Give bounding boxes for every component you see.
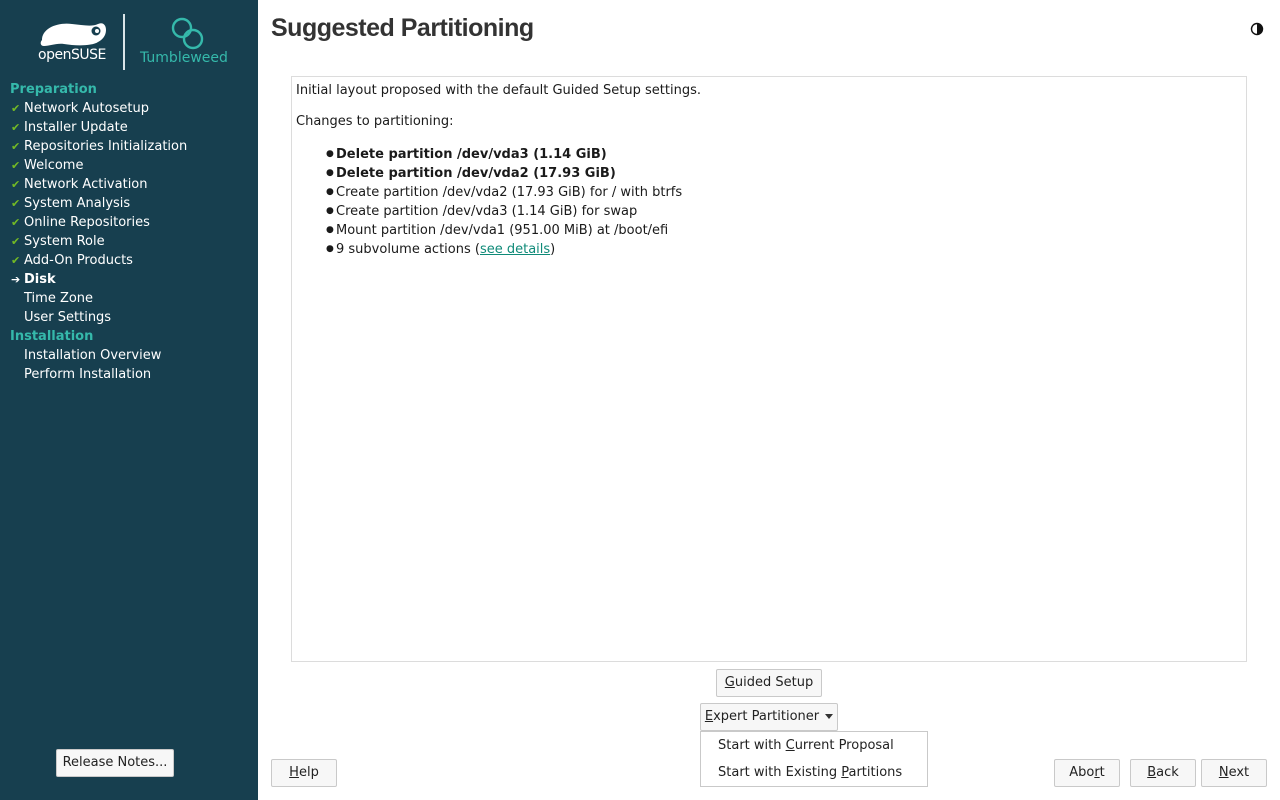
step-user-settings: User Settings (24, 310, 112, 325)
abort-button[interactable]: Abort (1054, 759, 1120, 787)
step-disk: ➔ Disk (11, 272, 56, 287)
arrow-right-icon: ➔ (11, 273, 21, 286)
step-repositories-initialization: ✔ Repositories Initialization (11, 139, 188, 154)
list-item-subvolumes: 9 subvolume actions (see details) (326, 240, 1242, 259)
help-button[interactable]: Help (271, 759, 337, 787)
expert-partitioner-menu: Start with Current Proposal Start with E… (700, 731, 928, 787)
menu-item-existing-partitions[interactable]: Start with Existing Partitions (701, 759, 927, 786)
page-title: Suggested Partitioning (271, 14, 534, 42)
check-icon: ✔ (11, 121, 21, 134)
step-network-activation: ✔ Network Activation (11, 177, 148, 192)
expert-partitioner-button[interactable]: Expert Partitioner (700, 703, 838, 731)
check-icon: ✔ (11, 197, 21, 210)
guided-setup-button[interactable]: Guided Setup (716, 669, 822, 697)
check-icon: ✔ (11, 254, 21, 267)
brand-text: openSUSE (38, 47, 106, 63)
step-installation-overview: Installation Overview (24, 348, 162, 363)
changes-heading: Changes to partitioning: (296, 114, 454, 129)
section-installation: Installation (10, 329, 94, 344)
intro-text: Initial layout proposed with the default… (296, 83, 701, 98)
list-item: Create partition /dev/vda3 (1.14 GiB) fo… (326, 202, 1242, 221)
back-button[interactable]: Back (1130, 759, 1196, 787)
logo-divider (123, 14, 125, 70)
menu-item-current-proposal[interactable]: Start with Current Proposal (701, 732, 927, 759)
check-icon: ✔ (11, 102, 21, 115)
check-icon: ✔ (11, 140, 21, 153)
list-item: Create partition /dev/vda2 (17.93 GiB) f… (326, 183, 1242, 202)
check-icon: ✔ (11, 159, 21, 172)
installation-steps: Preparation ✔ Network Autosetup ✔ Installe… (0, 80, 258, 384)
see-details-link[interactable]: see details (480, 242, 550, 257)
step-welcome: ✔ Welcome (11, 158, 84, 173)
half-moon-icon[interactable] (1250, 22, 1264, 36)
section-preparation: Preparation (10, 82, 97, 97)
list-item: Delete partition /dev/vda3 (1.14 GiB) (326, 145, 1242, 164)
check-icon: ✔ (11, 178, 21, 191)
sidebar: openSUSE Tumbleweed Preparation ✔ Network… (0, 0, 258, 800)
product-text: Tumbleweed (140, 50, 228, 66)
actions-list: Delete partition /dev/vda3 (1.14 GiB) De… (296, 145, 1242, 259)
list-item: Mount partition /dev/vda1 (951.00 MiB) a… (326, 221, 1242, 240)
check-icon: ✔ (11, 235, 21, 248)
check-icon: ✔ (11, 216, 21, 229)
next-button[interactable]: Next (1201, 759, 1267, 787)
step-network-autosetup: ✔ Network Autosetup (11, 101, 149, 116)
step-system-role: ✔ System Role (11, 234, 105, 249)
list-item: Delete partition /dev/vda2 (17.93 GiB) (326, 164, 1242, 183)
step-add-on-products: ✔ Add-On Products (11, 253, 133, 268)
step-system-analysis: ✔ System Analysis (11, 196, 131, 211)
step-installer-update: ✔ Installer Update (11, 120, 128, 135)
step-online-repositories: ✔ Online Repositories (11, 215, 150, 230)
chevron-down-icon (825, 714, 834, 719)
proposal-summary: Initial layout proposed with the default… (291, 76, 1247, 662)
step-perform-installation: Perform Installation (24, 367, 152, 382)
release-notes-button[interactable]: Release Notes... (56, 749, 174, 777)
step-time-zone: Time Zone (24, 291, 94, 306)
